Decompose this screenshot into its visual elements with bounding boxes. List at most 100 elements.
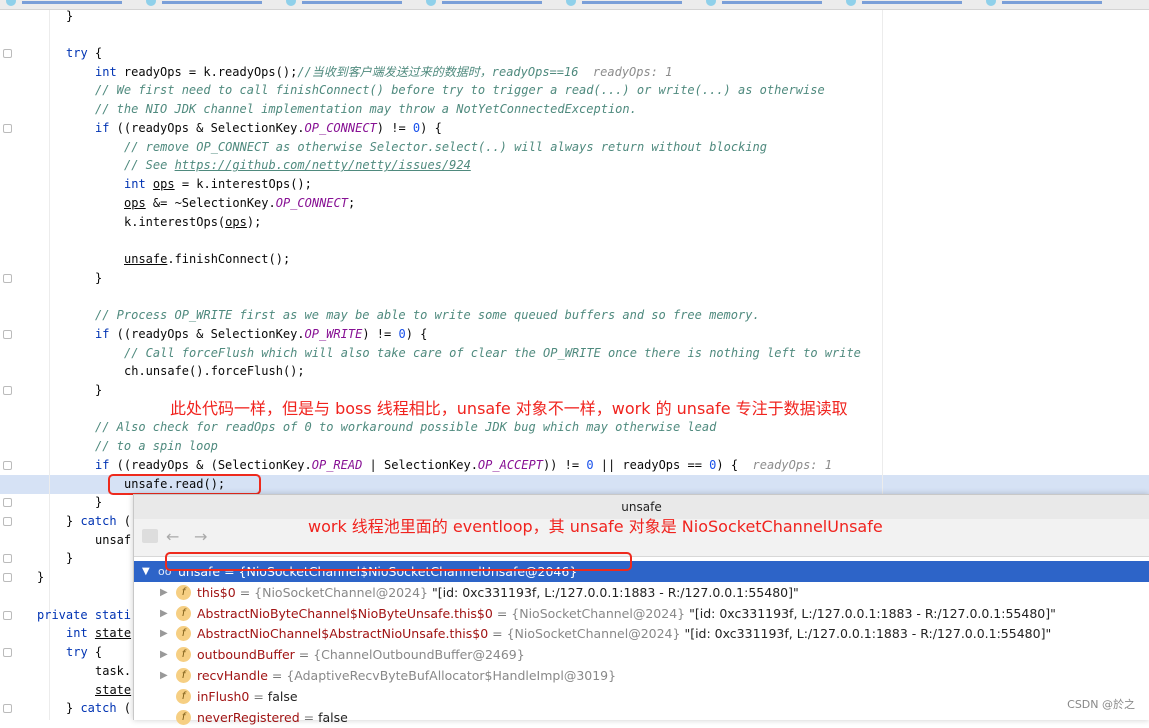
editor-tab[interactable]	[840, 0, 980, 10]
variable-name: AbstractNioByteChannel$NioByteUnsafe.thi…	[197, 605, 493, 621]
variable-row[interactable]: ▶ f outboundBuffer = {ChannelOutboundBuffe…	[134, 644, 1149, 665]
code-line[interactable]: if ((readyOps & (SelectionKey.OP_READ | …	[95, 456, 832, 475]
fold-marker-icon[interactable]	[3, 329, 12, 339]
code-line[interactable]: }	[37, 568, 44, 587]
fold-marker-icon[interactable]	[3, 554, 12, 564]
code-line[interactable]: if ((readyOps & SelectionKey.OP_WRITE) !…	[95, 325, 427, 344]
fold-marker-icon[interactable]	[3, 460, 12, 470]
code-line[interactable]: // to a spin loop	[95, 437, 218, 456]
java-file-icon	[6, 0, 16, 6]
variable-row[interactable]: ▶ f recvHandle = {AdaptiveRecvByteBufAlloc…	[134, 665, 1149, 686]
code-line[interactable]: // Also check for readOps of 0 to workar…	[95, 418, 716, 437]
editor-tab-bar	[0, 0, 1149, 10]
code-line[interactable]: // Call forceFlush which will also take …	[124, 344, 861, 363]
code-line[interactable]: }	[95, 269, 102, 288]
variable-reference: {NioSocketChannel@2024}	[511, 605, 686, 621]
fold-marker-icon[interactable]	[3, 610, 12, 620]
code-line[interactable]: state	[95, 681, 131, 700]
equals-sign: =	[235, 584, 255, 600]
collapsed-triangle-icon[interactable]: ▶	[160, 644, 168, 665]
field-icon: f	[176, 584, 191, 600]
variable-row[interactable]: ▶ f AbstractNioByteChannel$NioByteUnsafe.t…	[134, 603, 1149, 624]
code-line[interactable]: }	[95, 493, 102, 512]
variable-name: AbstractNioChannel$AbstractNioUnsafe.thi…	[197, 626, 489, 642]
fold-marker-icon[interactable]	[3, 517, 12, 527]
variable-row[interactable]: ▶ f this$0 = {NioSocketChannel@2024} "[id:…	[134, 582, 1149, 603]
code-token: if	[95, 120, 110, 135]
collapsed-triangle-icon[interactable]: ▶	[160, 665, 168, 686]
code-token: OP_CONNECT	[304, 120, 377, 135]
code-link[interactable]: https://github.com/netty/netty/issues/92…	[175, 158, 471, 172]
code-token: 0	[586, 457, 594, 472]
code-line[interactable]: k.interestOps(ops);	[124, 213, 261, 232]
code-line[interactable]: }	[95, 381, 102, 400]
field-icon: f	[176, 626, 191, 642]
code-line[interactable]: task.	[95, 662, 131, 681]
code-line[interactable]: // remove OP_CONNECT as otherwise Select…	[124, 138, 767, 157]
fold-marker-icon[interactable]	[3, 573, 12, 583]
code-line[interactable]: }	[66, 549, 73, 568]
collapsed-triangle-icon[interactable]: ▶	[160, 603, 168, 624]
collapsed-triangle-icon[interactable]: ▶	[160, 582, 168, 603]
code-line[interactable]: int state	[66, 624, 131, 643]
highlight-box-unsafe-read	[108, 474, 261, 495]
fold-marker-icon[interactable]	[3, 123, 12, 133]
fold-marker-icon[interactable]	[3, 498, 12, 508]
equals-sign: =	[249, 688, 268, 704]
code-line[interactable]: int readyOps = k.readyOps();//当收到客户端发送过来…	[95, 63, 672, 82]
hierarchy-icon[interactable]	[142, 529, 158, 543]
code-line[interactable]: // Process OP_WRITE first as we may be a…	[95, 306, 760, 325]
code-line[interactable]: unsaf	[95, 531, 131, 550]
code-line[interactable]: // See https://github.com/netty/netty/is…	[124, 156, 471, 175]
expanded-triangle-icon[interactable]: ▼	[142, 561, 150, 582]
fold-marker-icon[interactable]	[3, 386, 12, 395]
annotation-work-eventloop: work 线程池里面的 eventloop，其 unsafe 对象是 NioSo…	[308, 517, 883, 536]
code-token: }	[37, 570, 45, 585]
code-line[interactable]: }	[66, 7, 73, 26]
code-line[interactable]: unsafe.finishConnect();	[124, 250, 290, 269]
code-token: k.interestOps(	[124, 214, 226, 229]
back-arrow-icon[interactable]: ←	[166, 528, 179, 546]
code-token: )) !=	[542, 457, 587, 472]
field-icon: f	[176, 605, 191, 621]
code-line[interactable]: try {	[66, 44, 102, 63]
collapsed-triangle-icon[interactable]: ▶	[160, 623, 168, 644]
editor-tab[interactable]	[280, 0, 420, 10]
code-line[interactable]: ch.unsafe().forceFlush();	[124, 362, 305, 381]
fold-marker-icon[interactable]	[3, 648, 12, 658]
code-line[interactable]: // the NIO JDK channel implementation ma…	[95, 100, 637, 119]
code-line[interactable]: } catch (	[66, 699, 131, 718]
code-token: // Process OP_WRITE first as we may be a…	[95, 308, 760, 323]
editor-tab[interactable]	[140, 0, 280, 10]
editor-tab[interactable]	[980, 0, 1120, 10]
code-line[interactable]: int ops = k.interestOps();	[124, 175, 312, 194]
fold-marker-icon[interactable]	[3, 273, 12, 283]
code-token: stati	[94, 607, 131, 622]
code-line[interactable]: if ((readyOps & SelectionKey.OP_CONNECT)…	[95, 119, 442, 138]
editor-tab[interactable]	[420, 0, 560, 10]
variable-name: recvHandle	[197, 668, 268, 683]
code-line[interactable]: // We first need to call finishConnect()…	[95, 81, 825, 100]
code-line[interactable]: private stati	[37, 606, 131, 625]
code-token: // We first need to call finishConnect()…	[95, 83, 825, 98]
fold-marker-icon[interactable]	[3, 49, 12, 59]
variable-row[interactable]: ▶ f AbstractNioChannel$AbstractNioUnsafe.t…	[134, 623, 1149, 644]
editor-tab[interactable]	[560, 0, 700, 10]
variable-value: "[id: 0xc331193f, L:/127.0.0.1:1883 - R:…	[685, 605, 1056, 621]
code-token: (	[116, 701, 132, 716]
code-line[interactable]: ops &= ~SelectionKey.OP_CONNECT;	[124, 194, 355, 213]
code-token: );	[246, 214, 262, 229]
java-file-icon	[986, 0, 996, 6]
fold-marker-icon[interactable]	[3, 704, 12, 714]
variable-row[interactable]: f inFlush0 = false	[134, 686, 1149, 707]
annotation-boss-vs-work: 此处代码一样，但是与 boss 线程相比，unsafe 对象不一样，work 的…	[170, 399, 848, 418]
code-line[interactable]: try {	[66, 643, 102, 662]
code-token: ) {	[405, 326, 428, 341]
equals-sign: =	[488, 626, 507, 642]
forward-arrow-icon[interactable]: →	[194, 528, 207, 546]
code-token: ;	[347, 195, 356, 210]
editor-tab[interactable]	[700, 0, 840, 10]
variable-row[interactable]: f neverRegistered = false	[134, 707, 1149, 728]
code-line[interactable]: } catch (	[66, 512, 131, 531]
